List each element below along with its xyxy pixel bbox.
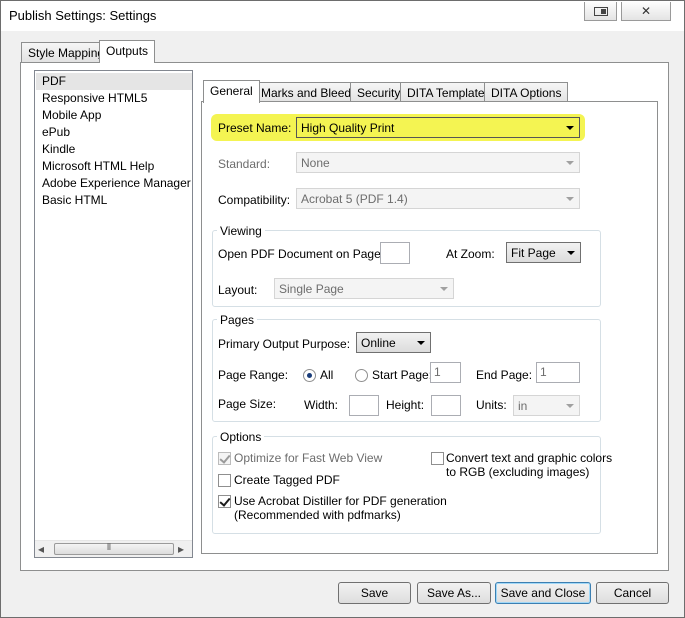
units-dropdown[interactable]: in xyxy=(513,395,580,416)
close-icon: ✕ xyxy=(640,4,652,18)
compatibility-label: Compatibility: xyxy=(218,193,291,207)
options-group-title: Options xyxy=(217,430,265,444)
chevron-down-icon xyxy=(440,287,448,291)
tab-general[interactable]: General xyxy=(203,80,260,103)
list-item-epub[interactable]: ePub xyxy=(42,125,70,139)
start-page-label[interactable]: Start Page: xyxy=(372,368,432,382)
open-page-input[interactable] xyxy=(380,242,410,264)
save-as-button[interactable]: Save As... xyxy=(417,582,491,604)
page-range-all-radio[interactable] xyxy=(303,369,316,382)
scroll-grip-icon: ⦀ xyxy=(107,542,111,552)
list-item-responsive-html5[interactable]: Responsive HTML5 xyxy=(42,91,147,105)
list-horizontal-scrollbar[interactable]: ◂ ⦀ ▸ xyxy=(35,540,192,557)
width-label: Width: xyxy=(304,398,339,412)
tagged-pdf-checkbox[interactable] xyxy=(218,474,231,487)
acrobat-distiller-note: (Recommended with pdfmarks) xyxy=(234,508,401,522)
chevron-down-icon xyxy=(566,161,574,165)
layout-dropdown[interactable]: Single Page xyxy=(274,278,454,299)
save-button[interactable]: Save xyxy=(338,582,411,604)
scroll-right-arrow-icon[interactable]: ▸ xyxy=(178,542,184,556)
chevron-down-icon xyxy=(566,404,574,408)
list-item-pdf[interactable]: PDF xyxy=(42,74,66,88)
chevron-down-icon xyxy=(566,126,574,130)
open-page-label: Open PDF Document on Page: xyxy=(218,247,385,261)
compatibility-value: Acrobat 5 (PDF 1.4) xyxy=(301,192,408,206)
compatibility-dropdown[interactable]: Acrobat 5 (PDF 1.4) xyxy=(296,188,580,209)
window-title: Publish Settings: Settings xyxy=(9,8,157,23)
tab-marks-and-bleeds[interactable]: Marks and Bleeds xyxy=(254,82,365,103)
tab-security[interactable]: Security xyxy=(350,82,408,103)
cancel-button[interactable]: Cancel xyxy=(596,582,669,604)
at-zoom-label: At Zoom: xyxy=(446,247,495,261)
preset-name-dropdown[interactable]: High Quality Print xyxy=(296,117,580,138)
chevron-down-icon xyxy=(567,251,575,255)
page-range-start-radio[interactable] xyxy=(355,369,368,382)
restore-window-icon xyxy=(593,6,608,16)
fast-web-view-checkbox[interactable] xyxy=(218,452,231,465)
tab-outputs[interactable]: Outputs xyxy=(99,40,156,63)
page-range-label: Page Range: xyxy=(218,368,289,382)
standard-dropdown[interactable]: None xyxy=(296,152,580,173)
standard-value: None xyxy=(301,156,330,170)
save-and-close-button[interactable]: Save and Close xyxy=(495,582,591,604)
tab-dita-options[interactable]: DITA Options xyxy=(484,82,569,103)
preset-name-label: Preset Name: xyxy=(218,121,292,135)
list-item-adobe-aem[interactable]: Adobe Experience Manager Mo xyxy=(42,176,192,190)
page-size-label: Page Size: xyxy=(218,397,277,411)
end-page-label: End Page: xyxy=(476,368,533,382)
output-purpose-value: Online xyxy=(361,336,396,350)
title-bar: Publish Settings: Settings ✕ xyxy=(1,1,684,31)
acrobat-distiller-checkbox[interactable] xyxy=(218,495,231,508)
units-value: in xyxy=(518,399,528,413)
list-item-kindle[interactable]: Kindle xyxy=(42,142,75,156)
viewing-group-title: Viewing xyxy=(217,224,265,238)
start-page-input[interactable]: 1 xyxy=(430,362,461,383)
scroll-left-arrow-icon[interactable]: ◂ xyxy=(38,542,44,556)
tab-style-mapping[interactable]: Style Mapping xyxy=(21,42,112,63)
scroll-thumb[interactable]: ⦀ xyxy=(54,542,174,555)
output-type-list[interactable]: PDF Responsive HTML5 Mobile App ePub Kin… xyxy=(34,70,193,558)
convert-rgb-note: to RGB (excluding images) xyxy=(446,465,590,479)
width-input[interactable] xyxy=(349,395,379,416)
pages-group-title: Pages xyxy=(217,313,258,327)
standard-label: Standard: xyxy=(218,157,271,171)
convert-rgb-checkbox[interactable] xyxy=(431,452,444,465)
list-item-basic-html[interactable]: Basic HTML xyxy=(42,193,107,207)
list-item-mobile-app[interactable]: Mobile App xyxy=(42,108,101,122)
end-page-input[interactable]: 1 xyxy=(536,362,580,383)
output-purpose-dropdown[interactable]: Online xyxy=(356,332,431,353)
convert-rgb-label: Convert text and graphic colors xyxy=(446,451,613,465)
preset-name-value: High Quality Print xyxy=(301,121,395,135)
list-item-microsoft-html-help[interactable]: Microsoft HTML Help xyxy=(42,159,154,173)
layout-value: Single Page xyxy=(279,282,344,296)
height-input[interactable] xyxy=(431,395,461,416)
acrobat-distiller-label: Use Acrobat Distiller for PDF generation xyxy=(234,494,447,508)
page-range-all-label[interactable]: All xyxy=(320,368,333,382)
units-label: Units: xyxy=(476,398,507,412)
restore-button[interactable] xyxy=(584,2,617,21)
zoom-value: Fit Page xyxy=(511,246,556,260)
chevron-down-icon xyxy=(566,197,574,201)
tagged-pdf-label: Create Tagged PDF xyxy=(234,473,340,487)
fast-web-view-label: Optimize for Fast Web View xyxy=(234,451,383,465)
layout-label: Layout: xyxy=(218,283,258,297)
chevron-down-icon xyxy=(417,341,425,345)
close-button[interactable]: ✕ xyxy=(621,2,671,21)
height-label: Height: xyxy=(386,398,425,412)
primary-output-purpose-label: Primary Output Purpose: xyxy=(218,337,351,351)
tab-dita-template[interactable]: DITA Template xyxy=(400,82,492,103)
zoom-dropdown[interactable]: Fit Page xyxy=(506,242,581,263)
